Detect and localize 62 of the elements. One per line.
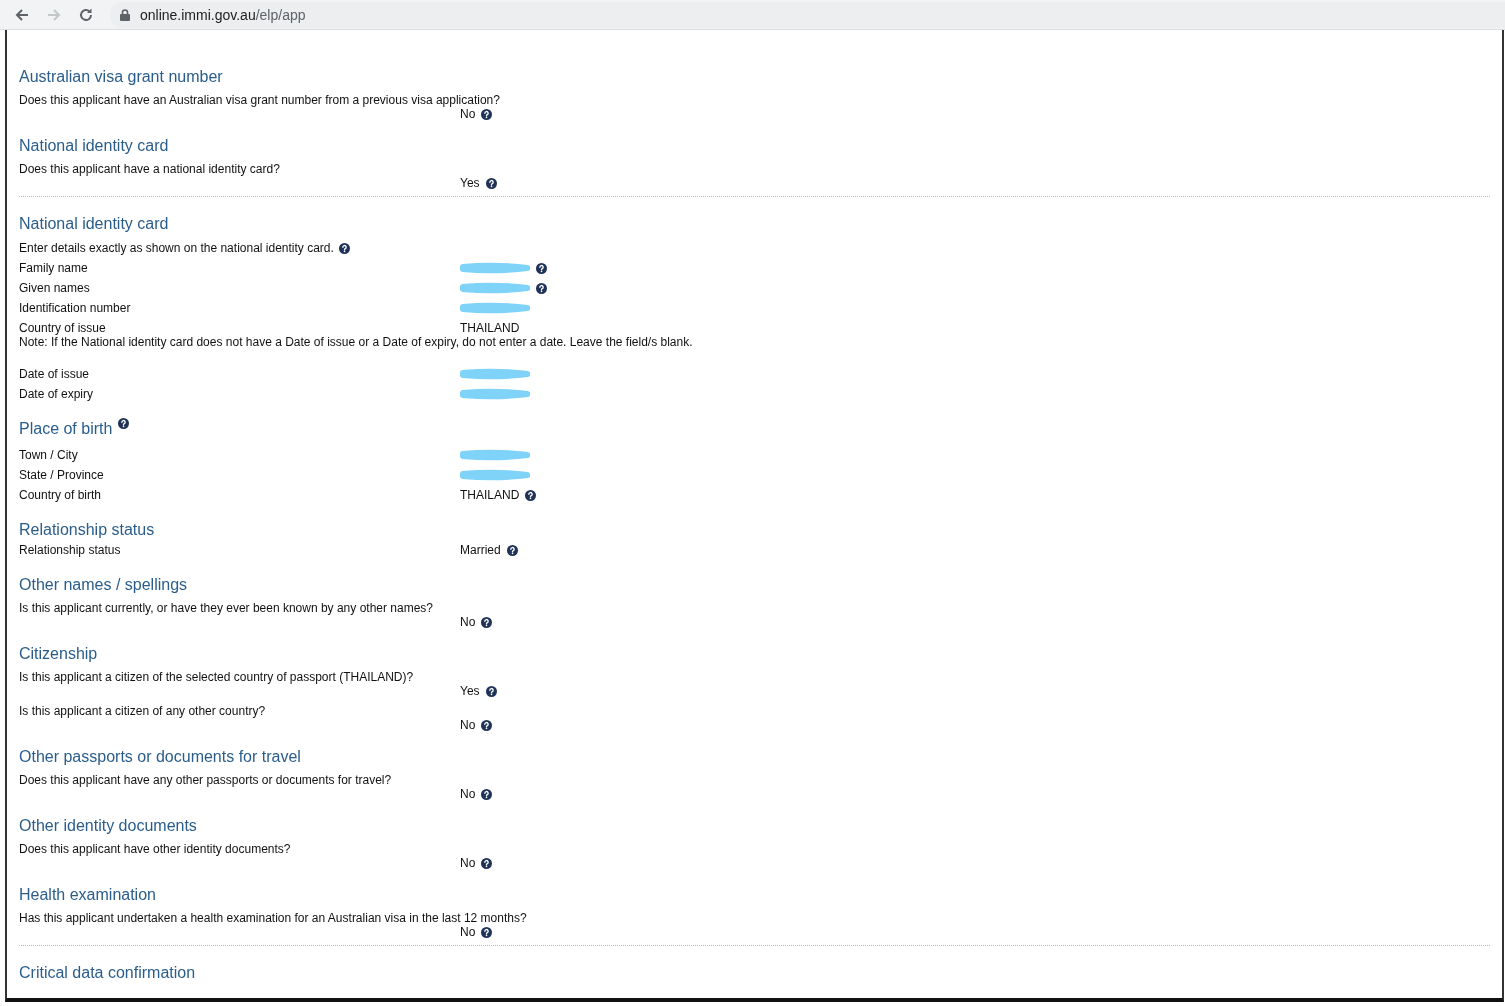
field-label: Country of issue xyxy=(19,320,107,337)
url-text: online.immi.gov.au/elp/app xyxy=(140,6,306,23)
question-text: Does this applicant have an Australian visa grant number from a previous visa application? xyxy=(19,93,501,107)
section-heading: National identity card xyxy=(19,136,169,156)
field-label: Date of issue xyxy=(19,366,91,383)
answer-value: No xyxy=(460,787,476,801)
note-text: Note: If the National identity card does not have a Date of issue or a Date of expiry, do not enter a date. Leave the field/s blank. xyxy=(19,335,694,349)
field-value: THAILAND xyxy=(460,487,520,504)
help-icon[interactable] xyxy=(536,282,547,294)
help-icon[interactable] xyxy=(481,108,493,120)
question-text: Is this applicant a citizen of any other country? xyxy=(19,704,267,718)
field-label: Identification number xyxy=(19,300,132,317)
section-heading: Place of birth xyxy=(19,419,113,439)
question-text: Does this applicant have a national identity card? xyxy=(19,162,281,176)
help-icon[interactable] xyxy=(481,926,493,938)
section-heading: Health examination xyxy=(19,885,156,905)
help-icon[interactable] xyxy=(338,242,350,254)
field-value: Married xyxy=(460,542,501,559)
field-label: Country of birth xyxy=(19,487,103,504)
question-text: Does this applicant have other identity documents? xyxy=(19,842,292,856)
answer-value: No xyxy=(460,856,476,870)
question-text: Is this applicant currently, or have they ever been known by any other names? xyxy=(19,601,434,615)
field-label: Given names xyxy=(19,280,91,297)
section-heading: Australian visa grant number xyxy=(19,67,223,87)
section-heading: Other names / spellings xyxy=(19,575,188,595)
answer-value: No xyxy=(460,925,476,939)
section-heading: Relationship status xyxy=(19,520,155,540)
field-label: State / Province xyxy=(19,467,105,484)
field-label: Town / City xyxy=(19,447,79,464)
forward-arrow-icon xyxy=(46,6,62,23)
answer-value: No xyxy=(460,718,476,732)
help-icon[interactable] xyxy=(525,489,537,501)
reload-icon xyxy=(78,6,94,23)
answer-value: No xyxy=(460,615,476,629)
help-icon[interactable] xyxy=(506,544,518,556)
help-icon[interactable] xyxy=(481,788,493,800)
field-value: THAILAND xyxy=(460,320,520,337)
section-heading: Other passports or documents for travel xyxy=(19,747,301,767)
help-icon[interactable] xyxy=(536,262,547,274)
field-label: Date of expiry xyxy=(19,386,95,403)
question-text: Is this applicant a citizen of the selected country of passport (THAILAND)? xyxy=(19,670,415,684)
section-heading: Citizenship xyxy=(19,644,98,664)
field-label: Family name xyxy=(19,260,89,277)
answer-value: Yes xyxy=(460,684,480,698)
help-icon[interactable] xyxy=(485,685,497,697)
section-heading: Critical data confirmation xyxy=(19,963,196,983)
help-icon[interactable] xyxy=(481,719,493,731)
lock-icon xyxy=(120,8,130,21)
section-heading: Other identity documents xyxy=(19,816,197,836)
instruction-text: Enter details exactly as shown on the national identity card. xyxy=(19,241,334,255)
question-text: Does this applicant have any other passports or documents for travel? xyxy=(19,773,393,787)
field-label: Relationship status xyxy=(19,542,122,559)
address-bar[interactable]: online.immi.gov.au/elp/app xyxy=(110,1,1505,28)
help-icon[interactable] xyxy=(481,616,493,628)
question-text: Has this applicant undertaken a health examination for an Australian visa in the last 12 months? xyxy=(19,911,528,925)
answer-value: Yes xyxy=(460,176,480,190)
answer-value: No xyxy=(460,107,476,121)
section-heading: National identity card xyxy=(19,214,169,234)
help-icon[interactable] xyxy=(481,857,493,869)
back-arrow-icon xyxy=(14,6,30,23)
help-icon[interactable] xyxy=(118,418,130,429)
help-icon[interactable] xyxy=(485,177,497,189)
